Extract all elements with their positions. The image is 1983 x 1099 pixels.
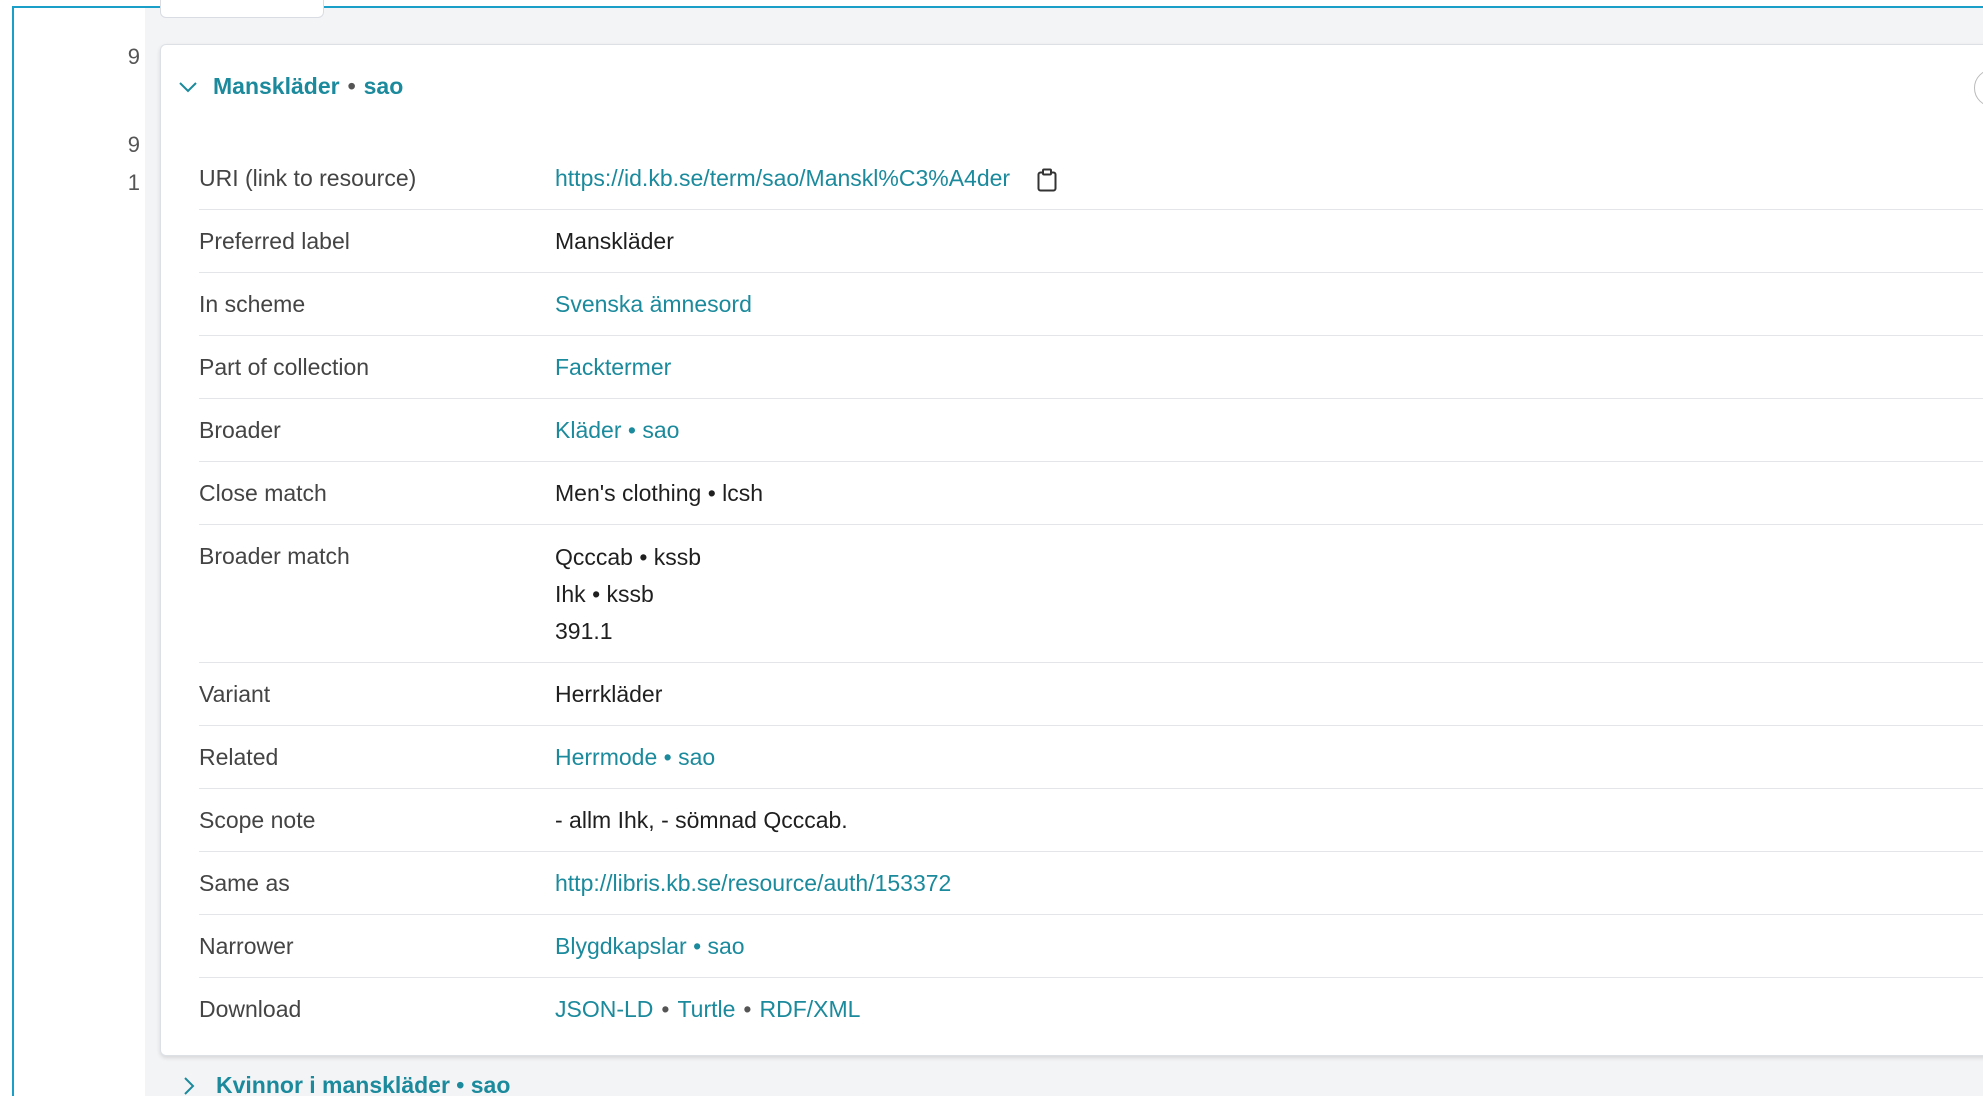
title-separator: • bbox=[347, 73, 356, 99]
related-link[interactable]: Herrmode • sao bbox=[555, 744, 715, 770]
broader-link[interactable]: Kläder • sao bbox=[555, 417, 679, 443]
gutter-number: 1 bbox=[127, 170, 140, 195]
term-card-header[interactable]: Manskläder • sao bbox=[177, 73, 403, 100]
property-row-preferred-label: Preferred label Manskläder bbox=[199, 210, 1983, 273]
broader-match-value: Ihk • kssb bbox=[555, 581, 654, 607]
property-row-narrower: Narrower Blygdkapslar • sao bbox=[199, 915, 1983, 978]
property-label: Scope note bbox=[199, 807, 316, 833]
next-term-label: Kvinnor i manskläder • sao bbox=[216, 1072, 511, 1098]
property-label: URI (link to resource) bbox=[199, 165, 417, 191]
property-label: Narrower bbox=[199, 933, 294, 959]
chevron-down-icon bbox=[179, 81, 197, 92]
variant-value: Herrkläder bbox=[555, 681, 663, 707]
broader-match-value: 391.1 bbox=[555, 618, 613, 644]
property-label: In scheme bbox=[199, 291, 306, 317]
close-match-value: Men's clothing • lcsh bbox=[555, 480, 764, 506]
broader-match-value: Qcccab • kssb bbox=[555, 544, 702, 570]
line-number-gutter: 9 9 1 bbox=[14, 8, 145, 1096]
property-row-close-match: Close match Men's clothing • lcsh bbox=[199, 462, 1983, 525]
property-row-scope-note: Scope note - allm Ihk, - sömnad Qcccab. bbox=[199, 789, 1983, 852]
property-label: Broader bbox=[199, 417, 281, 443]
same-as-link[interactable]: http://libris.kb.se/resource/auth/153372 bbox=[555, 870, 951, 896]
scheme-link[interactable]: Svenska ämnesord bbox=[555, 291, 752, 317]
property-label: Related bbox=[199, 744, 279, 770]
property-row-related: Related Herrmode • sao bbox=[199, 726, 1983, 789]
download-rdfxml-link[interactable]: RDF/XML bbox=[759, 996, 860, 1022]
property-label: Broader match bbox=[199, 543, 350, 569]
property-row-download: Download JSON-LD • Turtle • RDF/XML bbox=[199, 978, 1983, 1041]
property-row-collection: Part of collection Facktermer bbox=[199, 336, 1983, 399]
download-turtle-link[interactable]: Turtle bbox=[677, 996, 735, 1022]
scope-note-value: - allm Ihk, - sömnad Qcccab. bbox=[555, 807, 848, 833]
property-row-in-scheme: In scheme Svenska ämnesord bbox=[199, 273, 1983, 336]
property-row-broader: Broader Kläder • sao bbox=[199, 399, 1983, 462]
term-scheme: sao bbox=[363, 73, 404, 99]
gutter-number: 9 bbox=[127, 44, 140, 69]
property-row-uri: URI (link to resource) https://id.kb.se/… bbox=[199, 147, 1983, 210]
download-separator: • bbox=[661, 996, 670, 1022]
download-jsonld-link[interactable]: JSON-LD bbox=[555, 996, 653, 1022]
card-action-button[interactable] bbox=[1974, 69, 1983, 107]
next-term-item[interactable]: Kvinnor i manskläder • sao bbox=[178, 1072, 510, 1099]
term-title: Manskläder bbox=[213, 73, 340, 99]
term-properties: URI (link to resource) https://id.kb.se/… bbox=[199, 147, 1983, 1041]
narrower-link[interactable]: Blygdkapslar • sao bbox=[555, 933, 745, 959]
uri-link[interactable]: https://id.kb.se/term/sao/Manskl%C3%A4de… bbox=[555, 165, 1010, 191]
property-row-broader-match: Broader match Qcccab • kssb Ihk • kssb 3… bbox=[199, 525, 1983, 663]
preferred-label-value: Manskläder bbox=[555, 228, 674, 254]
property-label: Part of collection bbox=[199, 354, 370, 380]
chevron-right-icon bbox=[184, 1076, 195, 1095]
property-row-variant: Variant Herrkläder bbox=[199, 663, 1983, 726]
property-row-same-as: Same as http://libris.kb.se/resource/aut… bbox=[199, 852, 1983, 915]
property-label: Variant bbox=[199, 681, 271, 707]
term-card: Manskläder • sao URI (link to resource) … bbox=[160, 44, 1983, 1056]
property-label: Download bbox=[199, 996, 302, 1022]
collection-link[interactable]: Facktermer bbox=[555, 354, 671, 380]
property-label: Same as bbox=[199, 870, 290, 896]
previous-card-edge bbox=[160, 0, 324, 18]
gutter-number: 9 bbox=[127, 132, 140, 157]
property-label: Close match bbox=[199, 480, 327, 506]
property-label: Preferred label bbox=[199, 228, 350, 254]
clipboard-icon[interactable] bbox=[1036, 168, 1058, 192]
download-separator: • bbox=[743, 996, 752, 1022]
